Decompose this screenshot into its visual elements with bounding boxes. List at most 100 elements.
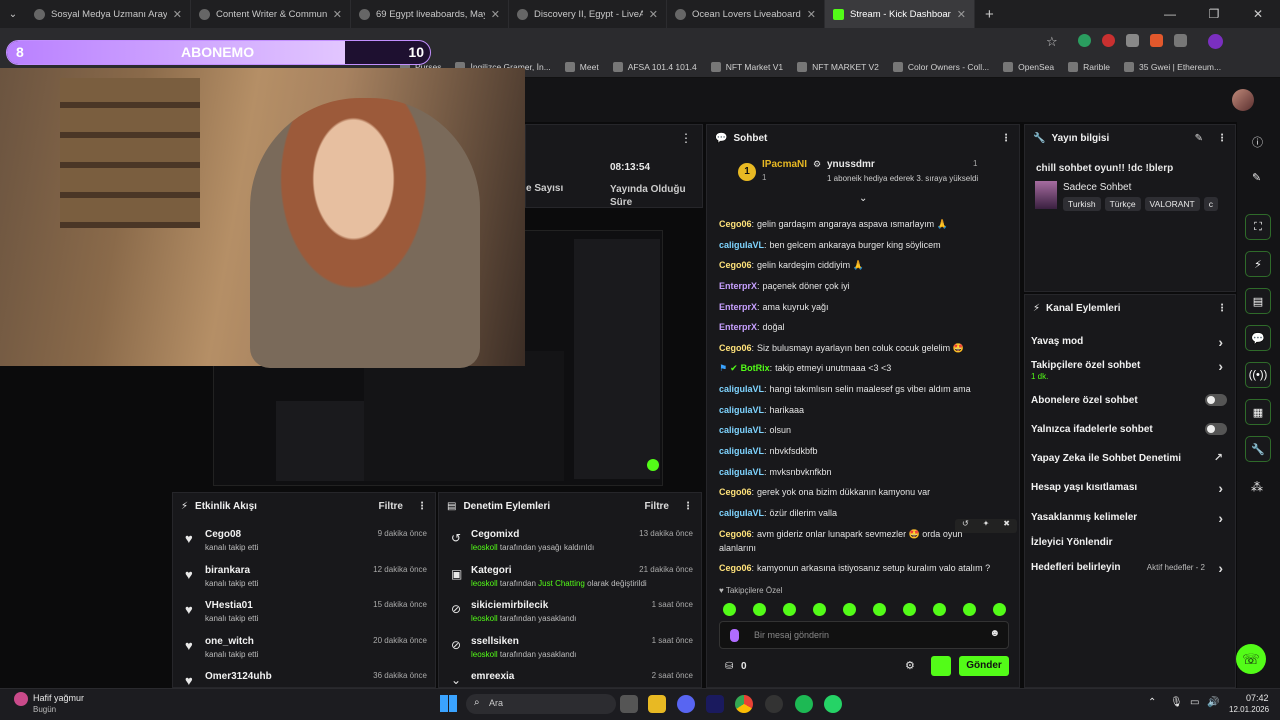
chat-username[interactable]: Cego06 xyxy=(719,219,752,229)
close-tab-icon[interactable]: ✕ xyxy=(957,8,966,21)
close-tab-icon[interactable]: ✕ xyxy=(649,8,658,21)
emote-icon[interactable] xyxy=(933,603,946,616)
channel-action-row[interactable]: Yalnızca ifadelerle sohbet xyxy=(1031,423,1227,435)
top-user-2[interactable]: ynussdmr xyxy=(827,159,875,170)
bookmark-item[interactable]: OpenSea xyxy=(1003,61,1054,72)
chat-settings-icon[interactable]: ⚙ xyxy=(905,659,915,672)
channel-action-row[interactable]: Yapay Zeka ile Sohbet Denetimi ↗ xyxy=(1031,452,1227,464)
rail-bolt-button[interactable]: ⚡ xyxy=(1245,251,1271,277)
chat-username[interactable]: Cego06 xyxy=(719,563,752,573)
new-tab-button[interactable]: + xyxy=(985,6,994,23)
chat-username[interactable]: EnterprX xyxy=(719,302,757,312)
browser-tab[interactable]: Discovery II, Egypt - LiveAboar ✕ xyxy=(509,0,667,28)
chat-menu-icon[interactable]: ⋮ xyxy=(1001,133,1011,144)
moderator-name[interactable]: leoskoll xyxy=(471,579,498,588)
close-tab-icon[interactable]: ✕ xyxy=(333,8,342,21)
taskbar-search[interactable]: ⌕ Ara xyxy=(466,694,616,714)
reply-icon[interactable]: ↺ xyxy=(962,519,969,533)
windows-start-icon[interactable] xyxy=(440,695,457,712)
mic-tray-icon[interactable]: 🎙 xyxy=(1170,697,1183,708)
bookmark-item[interactable]: NFT MARKET V2 xyxy=(797,61,879,72)
emote-icon[interactable] xyxy=(723,603,736,616)
emote-icon[interactable] xyxy=(783,603,796,616)
pencil-icon[interactable]: ✎ xyxy=(1252,171,1261,184)
task-view-icon[interactable] xyxy=(620,695,638,713)
collapse-icon[interactable]: ⌄ xyxy=(859,193,867,204)
chat-username[interactable]: caliguIaVL xyxy=(719,508,764,518)
bookmark-item[interactable]: NFT Market V1 xyxy=(710,61,783,72)
browser-tab[interactable]: Ocean Lovers Liveaboard, Egypt ✕ xyxy=(667,0,825,28)
bookmark-item[interactable]: AFSA 101.4 101.4 xyxy=(612,61,697,72)
botrix-icon[interactable] xyxy=(931,656,951,676)
chat-username[interactable]: caliguIaVL xyxy=(719,446,764,456)
more-icon[interactable]: ⋮ xyxy=(1217,133,1227,144)
chat-input[interactable]: Bir mesaj gönderin ☻ xyxy=(719,621,1009,649)
close-tab-icon[interactable]: ✕ xyxy=(491,8,500,21)
channel-action-row[interactable]: İzleyici Yönlendir xyxy=(1031,537,1227,548)
filter-button[interactable]: Filtre xyxy=(645,501,669,512)
close-window-icon[interactable]: ✕ xyxy=(1236,0,1280,28)
more-icon[interactable]: ⋮ xyxy=(417,501,427,512)
tray-chevron-icon[interactable]: ⌃ xyxy=(1148,697,1156,708)
mic-icon[interactable] xyxy=(730,629,739,642)
bookmark-item[interactable]: Color Owners - Coll... xyxy=(892,61,989,72)
file-explorer-icon[interactable] xyxy=(648,695,666,713)
browser-tab[interactable]: Sosyal Medya Uzmanı Arayıyor ✕ xyxy=(26,0,191,28)
moderator-name[interactable]: leoskoll xyxy=(471,543,498,552)
apps-icon[interactable]: ⁂ xyxy=(1251,480,1263,494)
browser-tab[interactable]: Content Writer & Community M ✕ xyxy=(191,0,351,28)
delete-icon[interactable]: ✖ xyxy=(1003,519,1010,533)
moderator-name[interactable]: leoskoll xyxy=(471,650,498,659)
category-name[interactable]: Sadece Sohbet xyxy=(1063,182,1131,193)
send-button[interactable]: Gönder xyxy=(959,656,1009,676)
spotify-icon[interactable] xyxy=(795,695,813,713)
browser-tab[interactable]: Stream - Kick Dashboard ✕ xyxy=(825,0,975,28)
chat-username[interactable]: caliguIaVL xyxy=(719,467,764,477)
chrome-icon[interactable] xyxy=(735,695,753,713)
emote-icon[interactable] xyxy=(963,603,976,616)
top-user-1[interactable]: IPacmaNI xyxy=(762,159,807,170)
stats-menu-icon[interactable]: ⋮ xyxy=(680,131,692,145)
more-icon[interactable]: ⋮ xyxy=(1217,303,1227,314)
bookmark-item[interactable]: Rarible xyxy=(1068,61,1110,72)
whatsapp-icon[interactable] xyxy=(824,695,842,713)
filter-button[interactable]: Filtre xyxy=(379,501,403,512)
extension-icon[interactable] xyxy=(1078,34,1091,47)
channel-action-row[interactable]: Takipçilere özel sohbet 1 dk. › xyxy=(1031,358,1227,381)
rail-broadcast-button[interactable]: ((•)) xyxy=(1245,362,1271,388)
toggle-switch[interactable] xyxy=(1205,423,1227,435)
support-button[interactable]: ☏ xyxy=(1236,644,1266,674)
browser-tab[interactable]: 69 Egypt liveaboards, May 2026 ✕ xyxy=(351,0,509,28)
user-avatar[interactable] xyxy=(1232,89,1254,111)
rail-document-button[interactable]: ▤ xyxy=(1245,288,1271,314)
pin-icon[interactable]: ✦ xyxy=(983,519,990,533)
chat-username[interactable]: caliguIaVL xyxy=(719,240,764,250)
extension-icon[interactable] xyxy=(1102,34,1115,47)
minimize-icon[interactable]: — xyxy=(1148,0,1192,28)
emote-icon[interactable] xyxy=(993,603,1006,616)
weather-text[interactable]: Hafif yağmur xyxy=(33,693,84,703)
chat-username[interactable]: caliguIaVL xyxy=(719,405,764,415)
obs-icon[interactable] xyxy=(765,695,783,713)
tag-chip[interactable]: c xyxy=(1203,197,1218,211)
toggle-switch[interactable] xyxy=(1205,394,1227,406)
puzzle-icon[interactable] xyxy=(1174,34,1187,47)
chat-username[interactable]: Cego06 xyxy=(719,487,752,497)
tab-list-chevron-icon[interactable]: ⌄ xyxy=(0,9,26,20)
close-tab-icon[interactable]: ✕ xyxy=(807,8,816,21)
emote-icon[interactable] xyxy=(753,603,766,616)
bookmark-item[interactable]: 35 Gwei | Ethereum... xyxy=(1124,61,1221,72)
channel-action-row[interactable]: Abonelere özel sohbet xyxy=(1031,394,1227,406)
emote-icon[interactable] xyxy=(903,603,916,616)
extension-icon[interactable] xyxy=(1126,34,1139,47)
chat-username[interactable]: EnterprX xyxy=(719,281,757,291)
rail-layout-button[interactable]: ▦ xyxy=(1245,399,1271,425)
restore-icon[interactable]: ❐ xyxy=(1192,0,1236,28)
chat-username[interactable]: BotRix xyxy=(741,363,770,373)
network-icon[interactable]: ▭ xyxy=(1190,697,1199,708)
channel-action-row[interactable]: Hesap yaşı kısıtlaması › xyxy=(1031,480,1227,496)
premiere-icon[interactable] xyxy=(706,695,724,713)
extension-icon[interactable] xyxy=(1150,34,1163,47)
channel-action-row[interactable]: Hedefleri belirleyin Aktif hedefler - 2 › xyxy=(1031,560,1227,576)
info-icon[interactable]: ⓘ xyxy=(1252,134,1263,150)
